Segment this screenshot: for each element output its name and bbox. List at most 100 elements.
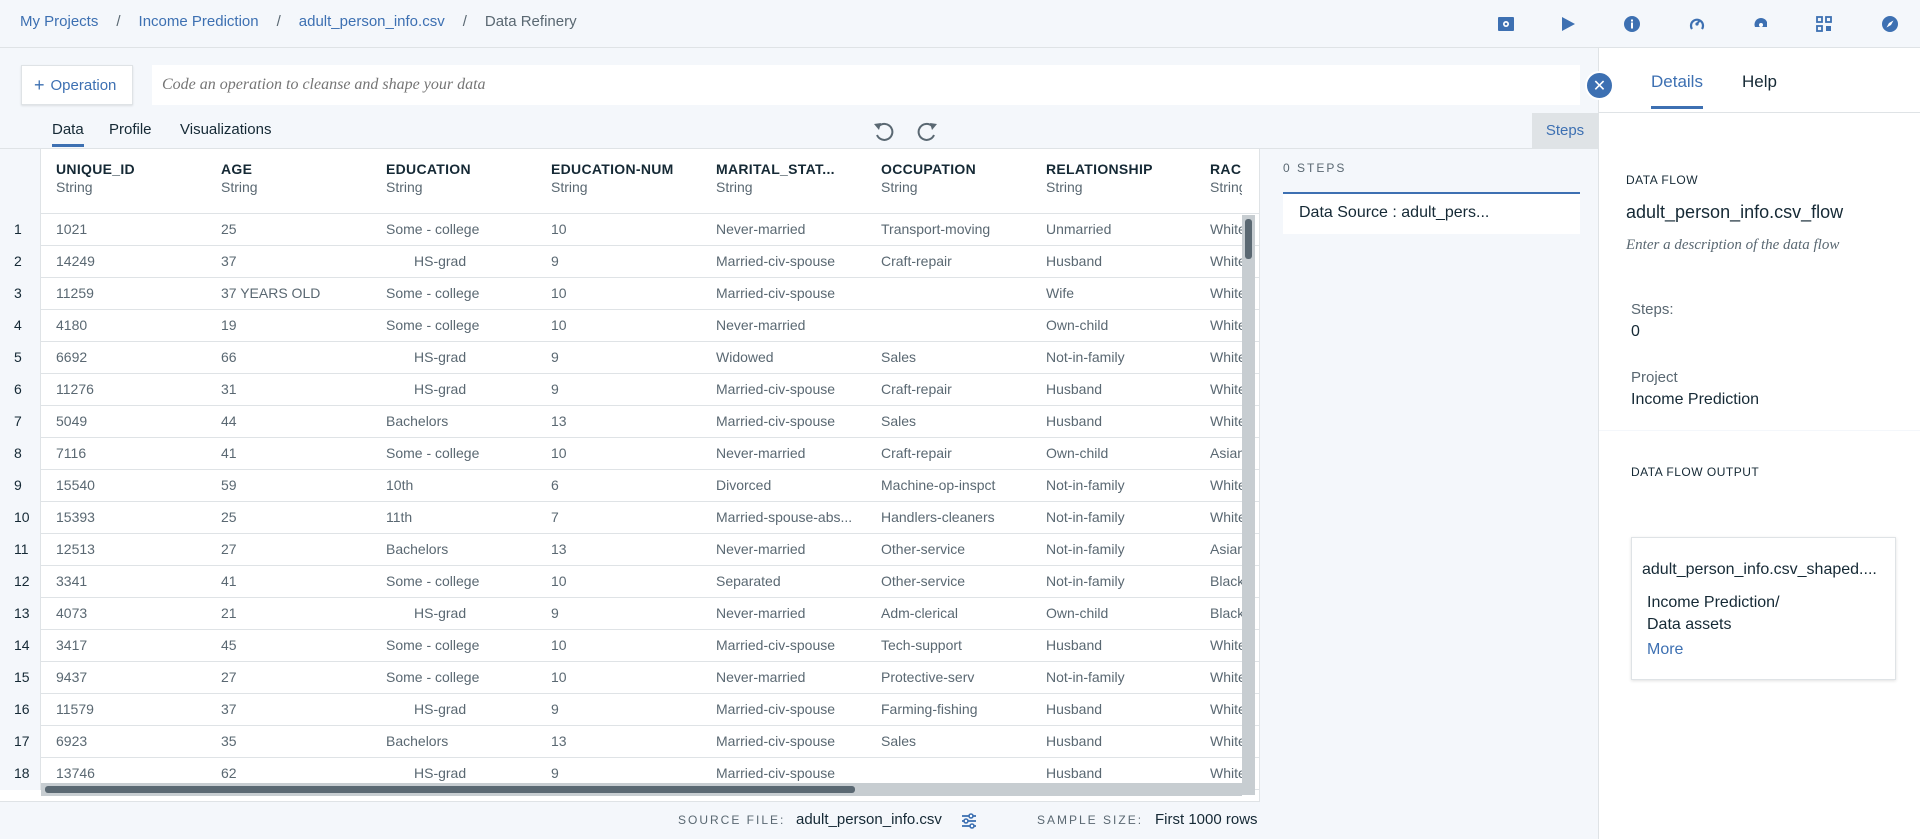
table-cell[interactable]: Handlers-cleaners [881,502,1031,533]
table-cell[interactable]: White [1210,662,1242,693]
table-cell[interactable]: Some - college [386,438,536,469]
table-cell[interactable]: 10 [551,630,701,661]
table-cell[interactable]: Not-in-family [1046,502,1196,533]
table-cell[interactable]: Married-civ-spouse [716,630,866,661]
table-cell[interactable]: 59 [221,470,371,501]
table-cell[interactable]: White [1210,630,1242,661]
table-cell[interactable]: White [1210,310,1242,341]
flow-name[interactable]: adult_person_info.csv_flow [1626,202,1843,223]
table-cell[interactable]: Married-spouse-abs... [716,502,866,533]
table-row[interactable]: 8 7116 41 Some - college 10 Never-married Craf… [0,438,1259,470]
table-cell[interactable]: 13 [551,406,701,437]
table-row[interactable]: 2 14249 37 HS-grad 9 Married-civ-spouse Craft-… [0,246,1259,278]
horizontal-scrollbar[interactable] [41,783,1242,796]
column-header[interactable]: AGE String [221,161,258,195]
steps-toggle-button[interactable]: Steps [1532,113,1598,148]
table-cell[interactable]: Never-married [716,534,866,565]
breadcrumb-csv-file[interactable]: adult_person_info.csv [299,13,445,30]
table-cell[interactable]: 37 [221,246,371,277]
table-cell[interactable]: White [1210,374,1242,405]
table-cell[interactable]: Not-in-family [1046,662,1196,693]
table-cell[interactable]: 31 [221,374,371,405]
table-cell[interactable]: 10 [551,278,701,309]
table-cell[interactable]: Never-married [716,310,866,341]
table-cell[interactable]: 9 [551,374,701,405]
table-cell[interactable]: 10 [551,566,701,597]
code-operation-input[interactable] [152,65,1580,105]
table-cell[interactable]: 10 [551,214,701,245]
step-data-source[interactable]: Data Source : adult_pers... [1283,192,1580,234]
table-cell[interactable]: 13 [551,726,701,757]
table-row[interactable]: 6 11276 31 HS-grad 9 Married-civ-spouse Craft-… [0,374,1259,406]
table-row[interactable]: 12 3341 41 Some - college 10 Separated Other-s… [0,566,1259,598]
table-cell[interactable]: Husband [1046,630,1196,661]
table-cell[interactable]: Unmarried [1046,214,1196,245]
table-cell[interactable]: Other-service [881,566,1031,597]
table-cell[interactable]: Husband [1046,726,1196,757]
table-cell[interactable]: White [1210,694,1242,725]
table-cell[interactable]: 6692 [56,342,206,373]
flow-description-input[interactable]: Enter a description of the data flow [1626,237,1839,254]
breadcrumb-my-projects[interactable]: My Projects [20,13,98,30]
table-cell[interactable]: 19 [221,310,371,341]
table-cell[interactable]: Adm-clerical [881,598,1031,629]
table-cell[interactable]: Never-married [716,438,866,469]
operation-button[interactable]: + Operation [21,65,133,105]
run-icon[interactable] [1556,12,1580,36]
table-row[interactable]: 5 6692 66 HS-grad 9 Widowed Sales Not-in-family… [0,342,1259,374]
table-cell[interactable]: Asian [1210,438,1242,469]
table-cell[interactable]: Own-child [1046,310,1196,341]
table-cell[interactable]: White [1210,246,1242,277]
table-cell[interactable]: HS-grad [386,246,536,277]
table-cell[interactable]: Some - college [386,278,536,309]
table-cell[interactable]: 44 [221,406,371,437]
table-cell[interactable]: Husband [1046,246,1196,277]
table-cell[interactable]: 9 [551,598,701,629]
table-cell[interactable]: Not-in-family [1046,470,1196,501]
table-cell[interactable]: 4180 [56,310,206,341]
table-row[interactable]: 16 11579 37 HS-grad 9 Married-civ-spouse Farmi… [0,694,1259,726]
table-cell[interactable]: 35 [221,726,371,757]
table-cell[interactable]: White [1210,278,1242,309]
table-cell[interactable]: Bachelors [386,406,536,437]
compass-icon[interactable] [1878,12,1902,36]
table-cell[interactable]: Married-civ-spouse [716,278,866,309]
table-row[interactable]: 9 15540 59 10th 6 Divorced Machine-op-inspct No… [0,470,1259,502]
table-cell[interactable]: Tech-support [881,630,1031,661]
tab-profile[interactable]: Profile [109,121,152,144]
table-row[interactable]: 10 15393 25 11th 7 Married-spouse-abs... Handl… [0,502,1259,534]
table-cell[interactable]: Sales [881,726,1031,757]
table-cell[interactable]: 10 [551,438,701,469]
table-cell[interactable]: 11th [386,502,536,533]
table-cell[interactable]: 14249 [56,246,206,277]
table-cell[interactable]: 66 [221,342,371,373]
table-cell[interactable]: 11276 [56,374,206,405]
table-cell[interactable]: Protective-serv [881,662,1031,693]
output-card[interactable]: adult_person_info.csv_shaped.... Income … [1631,537,1896,680]
table-cell[interactable]: Sales [881,406,1031,437]
more-link[interactable]: More [1647,641,1683,659]
table-cell[interactable]: HS-grad [386,374,536,405]
scrollbar-thumb[interactable] [45,786,855,793]
table-cell[interactable]: 7116 [56,438,206,469]
table-cell[interactable]: Farming-fishing [881,694,1031,725]
table-cell[interactable]: 1021 [56,214,206,245]
table-cell[interactable]: White [1210,214,1242,245]
table-cell[interactable]: Married-civ-spouse [716,726,866,757]
table-cell[interactable]: Some - college [386,662,536,693]
table-cell[interactable]: Married-civ-spouse [716,246,866,277]
table-cell[interactable]: 45 [221,630,371,661]
table-cell[interactable]: Never-married [716,598,866,629]
table-cell[interactable]: Own-child [1046,598,1196,629]
close-details-button[interactable]: ✕ [1585,71,1614,100]
table-row[interactable]: 1 1021 25 Some - college 10 Never-married Tran… [0,214,1259,246]
table-cell[interactable]: 9 [551,246,701,277]
table-cell[interactable]: White [1210,342,1242,373]
table-cell[interactable]: 3417 [56,630,206,661]
table-cell[interactable]: Bachelors [386,534,536,565]
table-cell[interactable]: HS-grad [386,342,536,373]
table-cell[interactable]: Never-married [716,214,866,245]
table-row[interactable]: 11 12513 27 Bachelors 13 Never-married Other-s… [0,534,1259,566]
column-header[interactable]: OCCUPATION String [881,161,976,195]
tab-details[interactable]: Details [1651,72,1703,109]
